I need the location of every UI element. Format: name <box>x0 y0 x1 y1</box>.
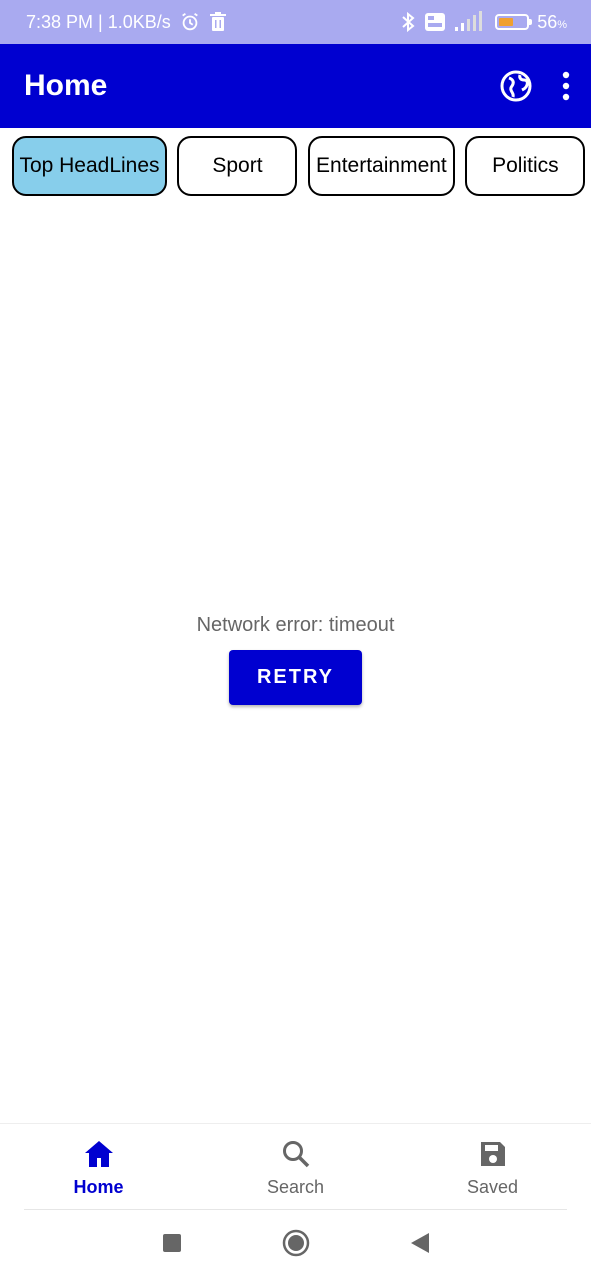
nav-label-saved: Saved <box>466 1177 519 1197</box>
back-triangle-icon[interactable] <box>410 1232 430 1259</box>
retry-button[interactable]: RETRY <box>229 650 362 705</box>
signal-4g-icon <box>453 11 487 33</box>
volte-icon <box>425 13 446 31</box>
nav-item-saved[interactable]: Saved <box>394 1124 591 1209</box>
globe-icon[interactable] <box>499 69 533 103</box>
search-icon <box>281 1139 311 1174</box>
status-right: 56% <box>399 11 567 33</box>
status-left: 7:38 PM | 1.0KB/s <box>26 11 227 33</box>
recents-square-icon[interactable] <box>162 1233 182 1258</box>
system-nav <box>0 1210 591 1280</box>
battery-percent-value: 56 <box>537 11 558 32</box>
nav-label-search: Search <box>266 1177 325 1197</box>
tab-sport[interactable]: Sport <box>177 136 298 196</box>
save-icon <box>478 1139 508 1174</box>
home-icon <box>83 1139 115 1174</box>
app-bar: Home <box>0 44 591 128</box>
battery-percent: 56% <box>537 12 567 33</box>
nav-item-home[interactable]: Home <box>0 1124 197 1209</box>
app-bar-actions <box>499 69 571 103</box>
status-time: 7:38 PM | 1.0KB/s <box>26 11 171 32</box>
page-title: Home <box>24 69 108 102</box>
trash-icon <box>209 12 227 32</box>
more-vert-icon[interactable] <box>561 71 571 101</box>
status-bar: 7:38 PM | 1.0KB/s 56% <box>0 0 591 44</box>
tab-entertainment[interactable]: Entertainment <box>307 136 455 196</box>
battery-fill <box>499 18 514 26</box>
tab-politics[interactable]: Politics <box>465 136 586 196</box>
category-tabs: Top HeadLines Sport Entertainment Politi… <box>0 128 591 208</box>
bottom-nav: Home Search Saved <box>0 1123 591 1209</box>
alarm-icon <box>179 11 201 33</box>
bluetooth-icon <box>399 11 417 33</box>
error-message: Network error: timeout <box>196 614 395 636</box>
tab-top-headlines[interactable]: Top HeadLines <box>12 136 167 196</box>
nav-label-home: Home <box>73 1177 124 1197</box>
nav-item-search[interactable]: Search <box>197 1124 394 1209</box>
battery-icon <box>495 14 533 30</box>
battery-percent-unit: % <box>557 18 567 31</box>
home-circle-icon[interactable] <box>282 1229 310 1262</box>
